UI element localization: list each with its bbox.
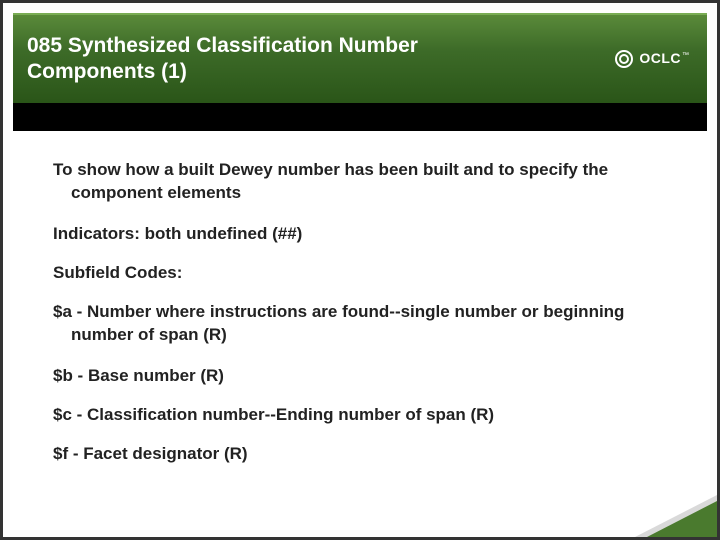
logo-label: OCLC bbox=[639, 50, 681, 66]
logo-text: OCLC™ bbox=[639, 50, 689, 68]
logo-trademark: ™ bbox=[682, 52, 689, 59]
slide-header: 085 Synthesized Classification Number Co… bbox=[13, 13, 707, 103]
slide-body: To show how a built Dewey number has bee… bbox=[3, 131, 717, 465]
slide: 085 Synthesized Classification Number Co… bbox=[0, 0, 720, 540]
intro-text: To show how a built Dewey number has bee… bbox=[53, 159, 675, 205]
oclc-logo: OCLC™ bbox=[615, 50, 689, 68]
subfield-heading: Subfield Codes: bbox=[53, 262, 675, 285]
slide-title: 085 Synthesized Classification Number Co… bbox=[27, 33, 507, 86]
subfield-c: $c - Classification number--Ending numbe… bbox=[53, 404, 675, 427]
indicators-text: Indicators: both undefined (##) bbox=[53, 223, 675, 246]
subfield-b: $b - Base number (R) bbox=[53, 365, 675, 388]
subfield-f: $f - Facet designator (R) bbox=[53, 443, 675, 466]
corner-accent bbox=[647, 501, 717, 537]
header-divider bbox=[13, 103, 707, 131]
subfield-a: $a - Number where instructions are found… bbox=[53, 301, 675, 347]
logo-icon bbox=[615, 50, 633, 68]
